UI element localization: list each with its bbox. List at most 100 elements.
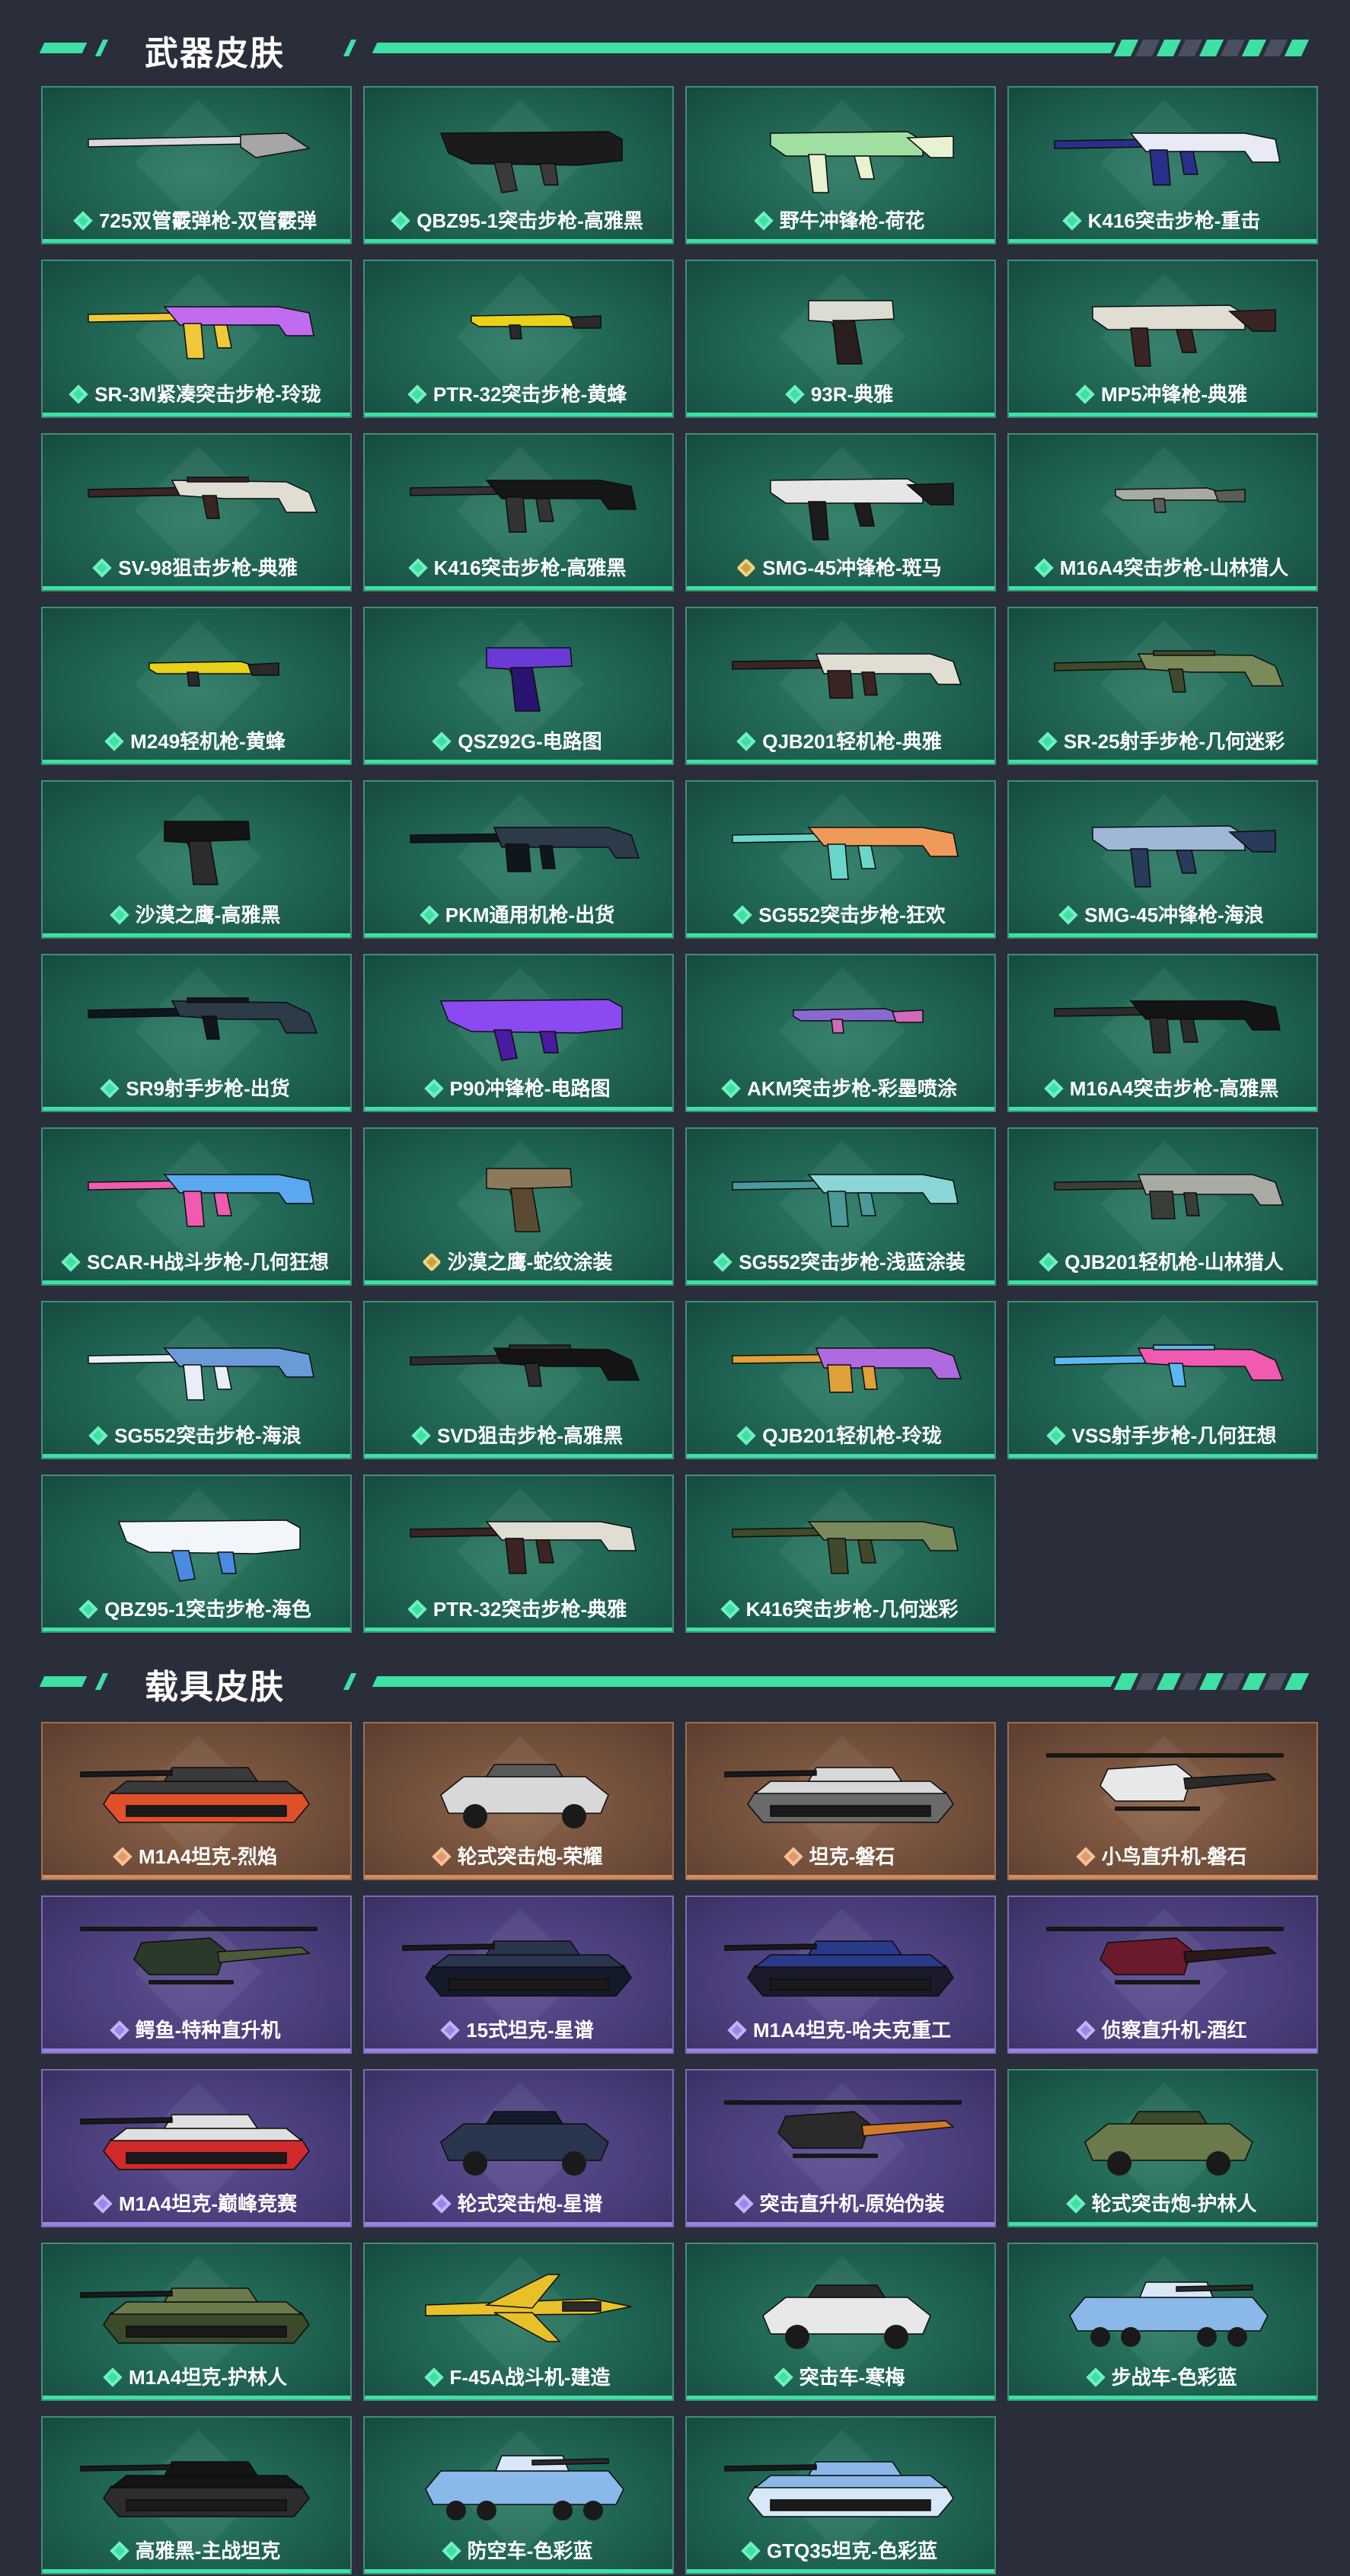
skin-label: 轮式突击炮-荣耀 bbox=[365, 1841, 672, 1870]
weapon-image bbox=[88, 1174, 314, 1227]
weapon-skin-card[interactable]: SR-3M紧凑突击步枪-玲珑 bbox=[41, 260, 352, 418]
skin-label: 轮式突击炮-护林人 bbox=[1009, 2189, 1316, 2217]
vehicle-skin-card[interactable]: 突击直升机-原始伪装 bbox=[685, 2069, 996, 2227]
weapon-skin-card[interactable]: QSZ92G-电路图 bbox=[363, 607, 674, 765]
skin-label: 小鸟直升机-磐石 bbox=[1009, 1841, 1316, 1870]
rarity-diamond-icon bbox=[93, 2194, 113, 2214]
weapon-skin-card[interactable]: PTR-32突击步枪-典雅 bbox=[363, 1475, 674, 1633]
skin-name: K416突击步枪-高雅黑 bbox=[433, 556, 627, 579]
skin-name: 725双管霰弹枪-双管霰弹 bbox=[98, 209, 318, 232]
vehicle-skin-card[interactable]: 突击车-寒梅 bbox=[685, 2243, 996, 2401]
weapon-skin-card[interactable]: SMG-45冲锋枪-海浪 bbox=[1007, 780, 1318, 939]
vehicle-skin-card[interactable]: 坦克-磐石 bbox=[685, 1722, 996, 1880]
weapon-skin-card[interactable]: K416突击步枪-几何迷彩 bbox=[685, 1475, 996, 1633]
skin-name: P90冲锋枪-电路图 bbox=[449, 1077, 611, 1100]
weapon-skin-card[interactable]: 沙漠之鹰-高雅黑 bbox=[41, 780, 352, 939]
vehicle-skin-card[interactable]: M1A4坦克-巅峰竞赛 bbox=[41, 2069, 352, 2227]
vehicle-skin-card[interactable]: 防空车-色彩蓝 bbox=[363, 2416, 674, 2574]
skin-name: M1A4坦克-护林人 bbox=[128, 2366, 287, 2389]
skin-name: MP5冲锋枪-典雅 bbox=[1100, 383, 1248, 406]
weapon-skin-card[interactable]: SG552突击步枪-海浪 bbox=[41, 1301, 352, 1459]
skin-name: M1A4坦克-巅峰竞赛 bbox=[118, 2192, 297, 2215]
vehicle-skin-card[interactable]: 高雅黑-主战坦克 bbox=[41, 2416, 352, 2574]
vehicle-image bbox=[724, 1940, 954, 1997]
vehicle-skin-card[interactable]: M1A4坦克-哈夫克重工 bbox=[685, 1895, 996, 2054]
weapon-skin-card[interactable]: M249轻机枪-黄蜂 bbox=[41, 607, 352, 765]
weapon-skin-card[interactable]: M16A4突击步枪-山林猎人 bbox=[1007, 433, 1318, 591]
weapon-skin-card[interactable]: P90冲锋枪-电路图 bbox=[363, 954, 674, 1112]
vehicle-image bbox=[724, 2461, 954, 2517]
skin-name: 沙漠之鹰-高雅黑 bbox=[135, 904, 281, 926]
weapon-skin-card[interactable]: K416突击步枪-高雅黑 bbox=[363, 433, 674, 591]
vehicle-skin-card[interactable]: M1A4坦克-烈焰 bbox=[41, 1722, 352, 1880]
weapon-skin-card[interactable]: QJB201轻机枪-山林猎人 bbox=[1007, 1127, 1318, 1286]
skin-label: SMG-45冲锋枪-斑马 bbox=[687, 553, 994, 581]
weapon-skin-card[interactable]: 725双管霰弹枪-双管霰弹 bbox=[41, 86, 352, 244]
vehicle-skin-card[interactable]: 轮式突击炮-护林人 bbox=[1007, 2069, 1318, 2227]
rarity-diamond-icon bbox=[753, 211, 774, 231]
vehicle-skin-card[interactable]: 鳄鱼-特种直升机 bbox=[41, 1895, 352, 2054]
weapon-skin-card[interactable]: AKM突击步枪-彩墨喷涂 bbox=[685, 954, 996, 1112]
rarity-diamond-icon bbox=[113, 1847, 132, 1867]
rarity-diamond-icon bbox=[736, 1426, 756, 1446]
vehicle-skin-card[interactable]: GTQ35坦克-色彩蓝 bbox=[685, 2416, 996, 2574]
skin-name: QJB201轻机枪-山林猎人 bbox=[1064, 1251, 1284, 1274]
skin-label: F-45A战斗机-建造 bbox=[365, 2362, 672, 2390]
weapon-skin-card[interactable]: K416突击步枪-重击 bbox=[1007, 86, 1318, 244]
weapon-skin-card[interactable]: SG552突击步枪-浅蓝涂装 bbox=[685, 1127, 996, 1286]
weapon-image bbox=[732, 1347, 962, 1393]
weapon-skin-card[interactable]: 93R-典雅 bbox=[685, 260, 996, 418]
skin-name: M1A4坦克-烈焰 bbox=[138, 1845, 277, 1868]
weapon-skin-card[interactable]: QJB201轻机枪-典雅 bbox=[685, 607, 996, 765]
weapon-skin-card[interactable]: SG552突击步枪-狂欢 bbox=[685, 780, 996, 939]
weapon-skin-card[interactable]: 野牛冲锋枪-荷花 bbox=[685, 86, 996, 244]
weapon-skin-card[interactable]: SMG-45冲锋枪-斑马 bbox=[685, 433, 996, 591]
weapon-skin-card[interactable]: PKM通用机枪-出货 bbox=[363, 780, 674, 939]
skin-name: 野牛冲锋枪-荷花 bbox=[779, 209, 925, 232]
skin-label: M1A4坦克-烈焰 bbox=[43, 1841, 350, 1870]
weapon-skin-card[interactable]: QJB201轻机枪-玲珑 bbox=[685, 1301, 996, 1459]
skin-name: 轮式突击炮-星谱 bbox=[457, 2192, 603, 2215]
vehicle-skin-card[interactable]: 步战车-色彩蓝 bbox=[1007, 2243, 1318, 2401]
skin-label: SG552突击步枪-狂欢 bbox=[687, 900, 994, 928]
skin-name: K416突击步枪-重击 bbox=[1087, 209, 1261, 232]
skin-label: 防空车-色彩蓝 bbox=[365, 2536, 672, 2564]
vehicle-skin-card[interactable]: F-45A战斗机-建造 bbox=[363, 2243, 674, 2401]
skin-name: M16A4突击步枪-山林猎人 bbox=[1059, 556, 1289, 579]
vehicle-skin-card[interactable]: M1A4坦克-护林人 bbox=[41, 2243, 352, 2401]
rarity-diamond-icon bbox=[733, 2194, 754, 2214]
weapon-skin-card[interactable]: QBZ95-1突击步枪-高雅黑 bbox=[363, 86, 674, 244]
rarity-diamond-icon bbox=[736, 558, 756, 578]
vehicle-skin-card[interactable]: 轮式突击炮-星谱 bbox=[363, 2069, 674, 2227]
rarity-diamond-icon bbox=[720, 1599, 740, 1619]
skin-label: 野牛冲锋枪-荷花 bbox=[687, 206, 994, 234]
weapon-skin-card[interactable]: VSS射手步枪-几何狂想 bbox=[1007, 1301, 1318, 1459]
rarity-diamond-icon bbox=[1085, 2367, 1106, 2387]
rarity-diamond-icon bbox=[78, 1599, 98, 1619]
weapon-skin-card[interactable]: SV-98狙击步枪-典雅 bbox=[41, 433, 352, 591]
skin-label: 高雅黑-主战坦克 bbox=[43, 2536, 350, 2564]
skin-label: M1A4坦克-巅峰竞赛 bbox=[43, 2189, 350, 2217]
vehicle-skin-card[interactable]: 侦察直升机-酒红 bbox=[1007, 1895, 1318, 2054]
rarity-diamond-icon bbox=[421, 1252, 442, 1272]
weapon-skin-card[interactable]: MP5冲锋枪-典雅 bbox=[1007, 260, 1318, 418]
weapon-skin-card[interactable]: SVD狙击步枪-高雅黑 bbox=[363, 1301, 674, 1459]
vehicle-skin-card[interactable]: 15式坦克-星谱 bbox=[363, 1895, 674, 2054]
weapon-image bbox=[117, 1519, 301, 1582]
skin-name: QJB201轻机枪-玲珑 bbox=[762, 1424, 942, 1447]
vehicle-image bbox=[80, 1767, 310, 1823]
weapon-skin-card[interactable]: SR-25射手步枪-几何迷彩 bbox=[1007, 607, 1318, 765]
vehicle-skin-card[interactable]: 小鸟直升机-磐石 bbox=[1007, 1722, 1318, 1880]
vehicle-image bbox=[402, 1940, 632, 1997]
skin-label: QBZ95-1突击步枪-海色 bbox=[43, 1594, 350, 1622]
skin-label: SV-98狙击步枪-典雅 bbox=[43, 553, 350, 581]
weapon-skin-card[interactable]: PTR-32突击步枪-黄蜂 bbox=[363, 260, 674, 418]
vehicle-skin-card[interactable]: 轮式突击炮-荣耀 bbox=[363, 1722, 674, 1880]
weapon-skin-card[interactable]: SCAR-H战斗步枪-几何狂想 bbox=[41, 1127, 352, 1286]
weapon-skin-card[interactable]: QBZ95-1突击步枪-海色 bbox=[41, 1475, 352, 1633]
skin-label: AKM突击步枪-彩墨喷涂 bbox=[687, 1073, 994, 1101]
weapon-skin-card[interactable]: 沙漠之鹰-蛇纹涂装 bbox=[363, 1127, 674, 1286]
weapon-skin-card[interactable]: SR9射手步枪-出货 bbox=[41, 954, 352, 1112]
weapon-skin-card[interactable]: M16A4突击步枪-高雅黑 bbox=[1007, 954, 1318, 1112]
vehicle-image bbox=[762, 2284, 931, 2349]
